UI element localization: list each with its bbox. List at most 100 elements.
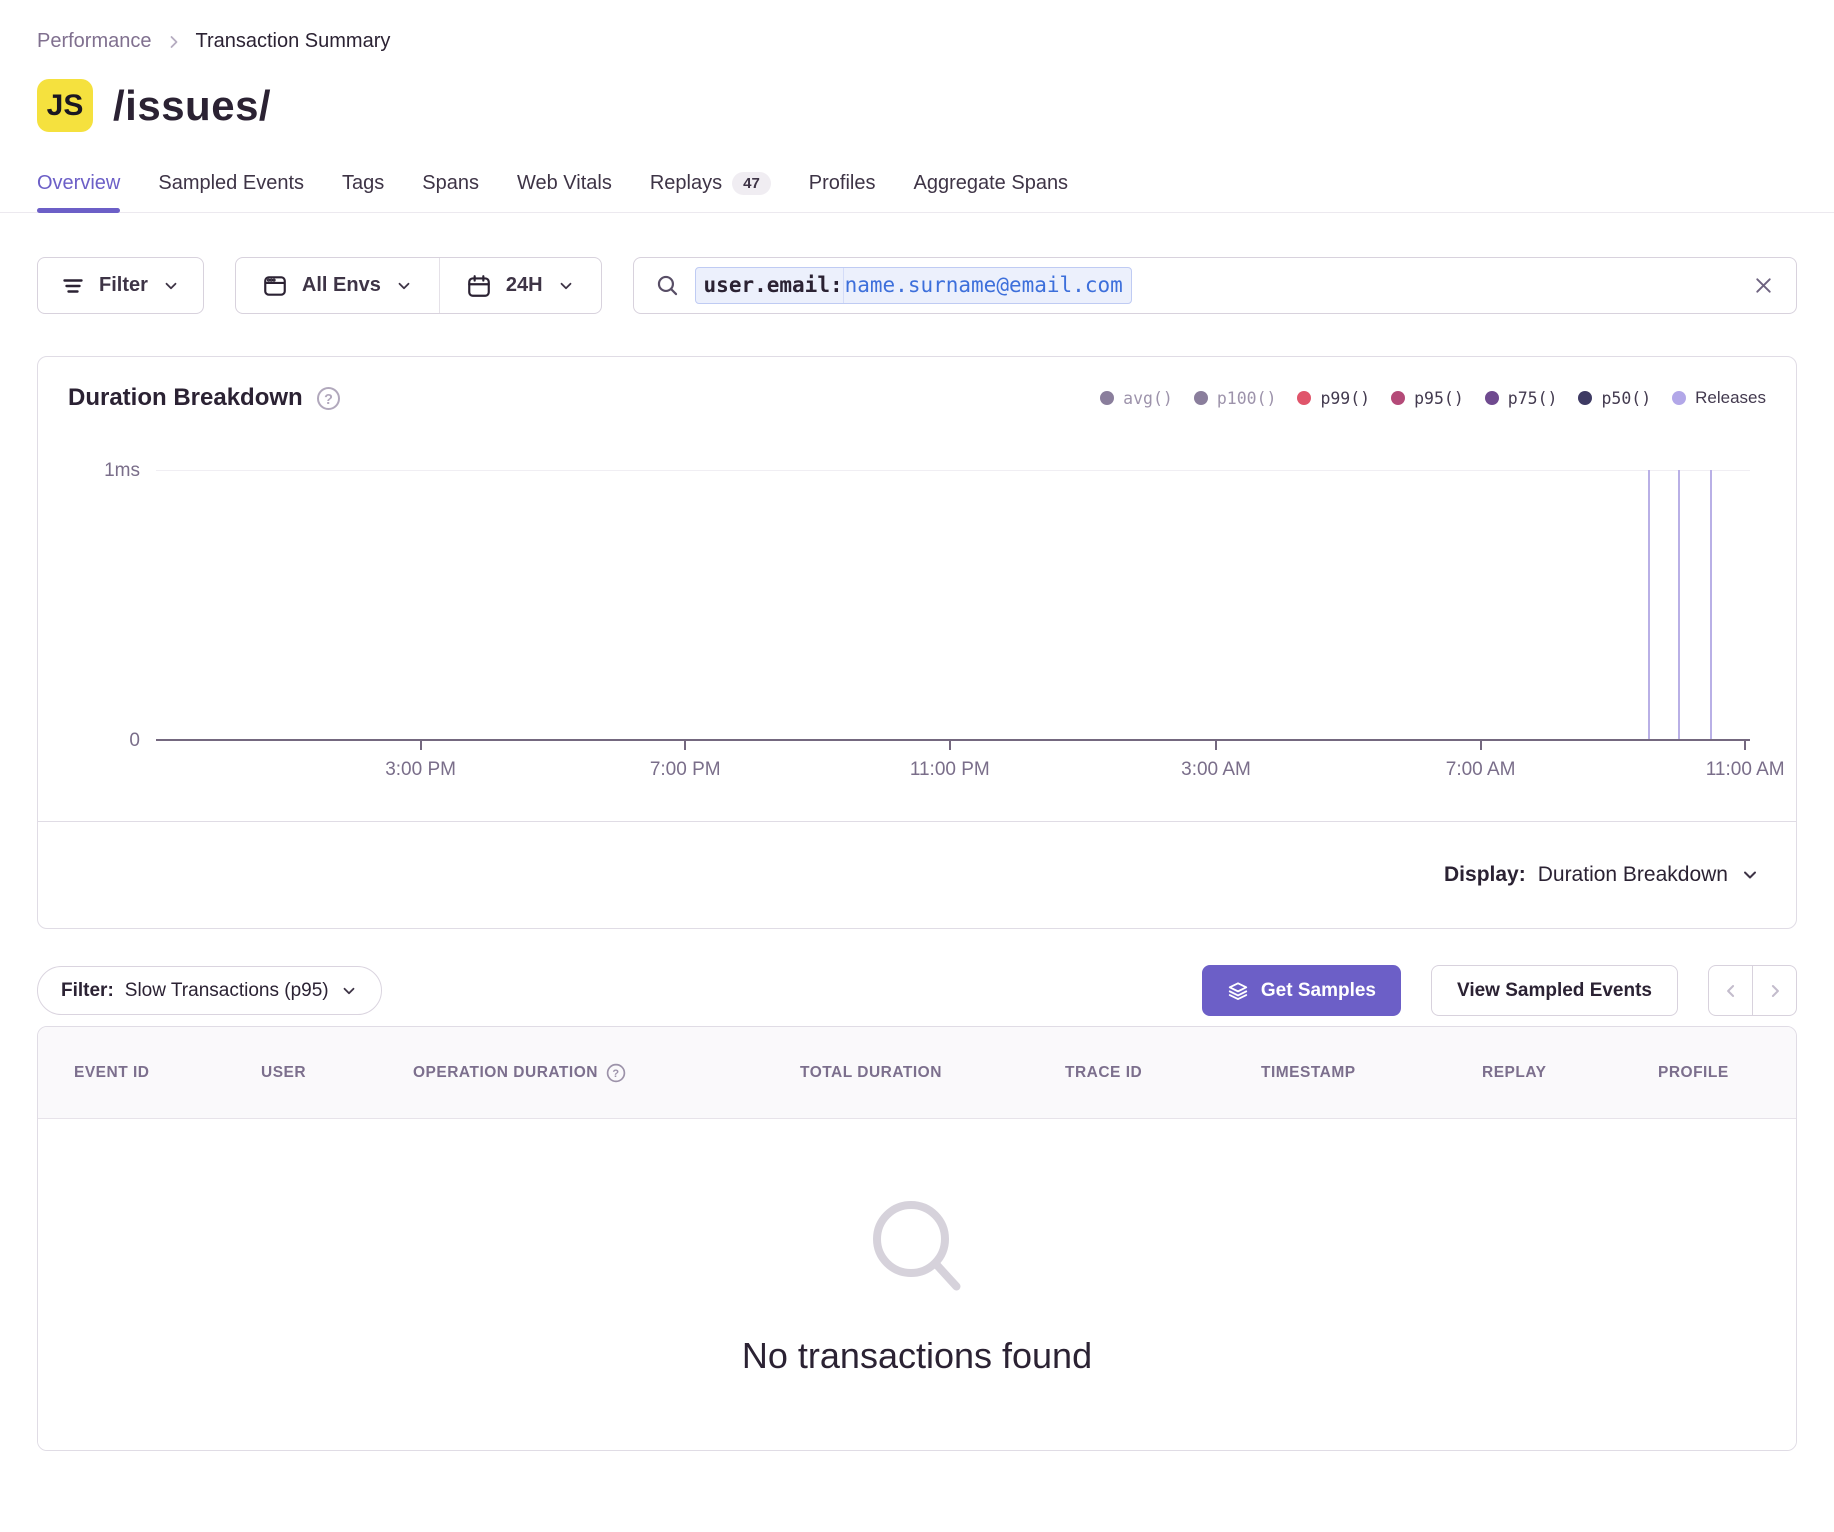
chevron-left-icon bbox=[1721, 981, 1741, 1001]
legend-dot bbox=[1297, 391, 1311, 405]
chevron-down-icon bbox=[162, 277, 180, 295]
get-samples-button[interactable]: Get Samples bbox=[1202, 965, 1401, 1016]
legend-dot bbox=[1100, 391, 1114, 405]
magnifier-icon bbox=[655, 273, 680, 298]
x-axis-label: 11:00 AM bbox=[1706, 759, 1785, 781]
environment-label: All Envs bbox=[302, 274, 381, 297]
search-token-value: name.surname@email.com bbox=[843, 268, 1131, 302]
column-header-timestamp: TIMESTAMP bbox=[1261, 1064, 1482, 1082]
filter-bar: Filter All Envs 24H bbox=[37, 257, 1797, 314]
breadcrumb: Performance Transaction Summary bbox=[37, 30, 1797, 53]
display-selector[interactable]: Display: Duration Breakdown bbox=[38, 822, 1796, 928]
x-axis-tick bbox=[684, 741, 686, 750]
page-title: /issues/ bbox=[113, 82, 271, 130]
table-header-row: EVENT ID USER OPERATION DURATION ? TOTAL… bbox=[38, 1027, 1796, 1119]
search-input[interactable]: user.email: name.surname@email.com bbox=[633, 257, 1797, 314]
x-axis-label: 11:00 PM bbox=[910, 759, 990, 781]
release-marker-line[interactable] bbox=[1648, 470, 1650, 741]
filter-lines-icon bbox=[61, 274, 85, 298]
column-header-event-id: EVENT ID bbox=[74, 1064, 261, 1082]
x-axis-label: 3:00 AM bbox=[1181, 759, 1251, 781]
legend-dot bbox=[1194, 391, 1208, 405]
column-header-operation-duration: OPERATION DURATION ? bbox=[413, 1063, 800, 1083]
tab-aggregate-spans[interactable]: Aggregate Spans bbox=[914, 172, 1069, 212]
legend-item-p100[interactable]: p100() bbox=[1194, 389, 1277, 408]
y-axis-min-label: 0 bbox=[129, 730, 140, 752]
chevron-down-icon bbox=[557, 277, 575, 295]
magnifier-icon bbox=[861, 1193, 973, 1311]
legend-dot bbox=[1672, 391, 1686, 405]
x-axis-label: 7:00 PM bbox=[650, 759, 721, 781]
duration-breakdown-panel: Duration Breakdown ? avg() p100() p99() bbox=[37, 356, 1797, 929]
release-marker-line[interactable] bbox=[1678, 470, 1680, 741]
duration-breakdown-chart[interactable]: 1ms 0 3:00 PM 7:00 PM 11:00 PM 3:00 AM 7… bbox=[156, 470, 1750, 741]
chevron-down-icon bbox=[1740, 865, 1760, 885]
filter-button-label: Filter bbox=[99, 274, 148, 297]
gridline bbox=[156, 470, 1750, 471]
chart-legend: avg() p100() p99() p95() p75() bbox=[1100, 388, 1766, 408]
title-row: JS /issues/ bbox=[37, 79, 1797, 132]
transactions-table: EVENT ID USER OPERATION DURATION ? TOTAL… bbox=[37, 1026, 1797, 1451]
transactions-filter-value: Slow Transactions (p95) bbox=[125, 980, 329, 1002]
y-axis-max-label: 1ms bbox=[104, 460, 140, 482]
legend-item-p99[interactable]: p99() bbox=[1297, 389, 1370, 408]
chart-header: Duration Breakdown ? avg() p100() p99() bbox=[38, 357, 1796, 412]
legend-dot bbox=[1578, 391, 1592, 405]
env-date-group: All Envs 24H bbox=[235, 257, 602, 314]
x-axis-line bbox=[156, 739, 1750, 741]
chevron-right-icon bbox=[166, 34, 182, 50]
tab-overview[interactable]: Overview bbox=[37, 172, 120, 212]
chevron-right-icon bbox=[1765, 981, 1785, 1001]
x-axis-tick bbox=[1480, 741, 1482, 750]
chevron-down-icon bbox=[340, 982, 358, 1000]
legend-item-p95[interactable]: p95() bbox=[1391, 389, 1464, 408]
legend-item-p75[interactable]: p75() bbox=[1485, 389, 1558, 408]
performance-overview-page: Performance Transaction Summary JS /issu… bbox=[0, 0, 1834, 1451]
previous-page-button[interactable] bbox=[1708, 965, 1753, 1016]
platform-js-badge: JS bbox=[37, 79, 93, 132]
x-axis-label: 3:00 PM bbox=[385, 759, 456, 781]
breadcrumb-performance[interactable]: Performance bbox=[37, 30, 152, 53]
legend-item-avg[interactable]: avg() bbox=[1100, 389, 1173, 408]
column-header-replay: REPLAY bbox=[1482, 1064, 1658, 1082]
tab-replays[interactable]: Replays 47 bbox=[650, 172, 771, 212]
column-header-user: USER bbox=[261, 1064, 413, 1082]
environment-selector[interactable]: All Envs bbox=[236, 258, 439, 313]
column-header-profile: PROFILE bbox=[1658, 1064, 1796, 1082]
get-samples-label: Get Samples bbox=[1261, 980, 1376, 1002]
calendar-icon bbox=[466, 273, 492, 299]
pagination bbox=[1708, 965, 1797, 1016]
view-sampled-events-label: View Sampled Events bbox=[1457, 980, 1652, 1002]
empty-state-message: No transactions found bbox=[742, 1335, 1092, 1377]
date-range-label: 24H bbox=[506, 274, 543, 297]
next-page-button[interactable] bbox=[1752, 965, 1797, 1016]
question-circle-icon[interactable]: ? bbox=[606, 1063, 626, 1083]
transactions-filter-dropdown[interactable]: Filter: Slow Transactions (p95) bbox=[37, 966, 382, 1015]
x-axis-label: 7:00 AM bbox=[1446, 759, 1516, 781]
column-header-trace-id: TRACE ID bbox=[1065, 1064, 1261, 1082]
clear-search-button[interactable] bbox=[1752, 274, 1775, 297]
legend-dot bbox=[1391, 391, 1405, 405]
tab-profiles[interactable]: Profiles bbox=[809, 172, 876, 212]
search-token-key: user.email: bbox=[696, 268, 843, 302]
legend-item-p50[interactable]: p50() bbox=[1578, 389, 1651, 408]
transactions-filter-label: Filter: bbox=[61, 980, 114, 1002]
release-marker-line[interactable] bbox=[1710, 470, 1712, 741]
x-axis-tick bbox=[949, 741, 951, 750]
view-sampled-events-button[interactable]: View Sampled Events bbox=[1431, 965, 1678, 1016]
filter-button[interactable]: Filter bbox=[37, 257, 204, 314]
tab-sampled-events[interactable]: Sampled Events bbox=[158, 172, 304, 212]
tab-web-vitals[interactable]: Web Vitals bbox=[517, 172, 612, 212]
question-circle-icon[interactable]: ? bbox=[316, 386, 341, 411]
display-label: Display: bbox=[1444, 863, 1526, 887]
tab-tags[interactable]: Tags bbox=[342, 172, 384, 212]
x-axis-tick bbox=[1215, 741, 1217, 750]
search-filter-token[interactable]: user.email: name.surname@email.com bbox=[695, 267, 1132, 303]
svg-text:?: ? bbox=[612, 1068, 619, 1080]
legend-item-releases[interactable]: Releases bbox=[1672, 388, 1766, 408]
replays-count-badge: 47 bbox=[732, 172, 771, 195]
tab-spans[interactable]: Spans bbox=[422, 172, 479, 212]
date-range-selector[interactable]: 24H bbox=[439, 258, 601, 313]
window-icon bbox=[262, 273, 288, 299]
svg-text:?: ? bbox=[324, 391, 333, 407]
